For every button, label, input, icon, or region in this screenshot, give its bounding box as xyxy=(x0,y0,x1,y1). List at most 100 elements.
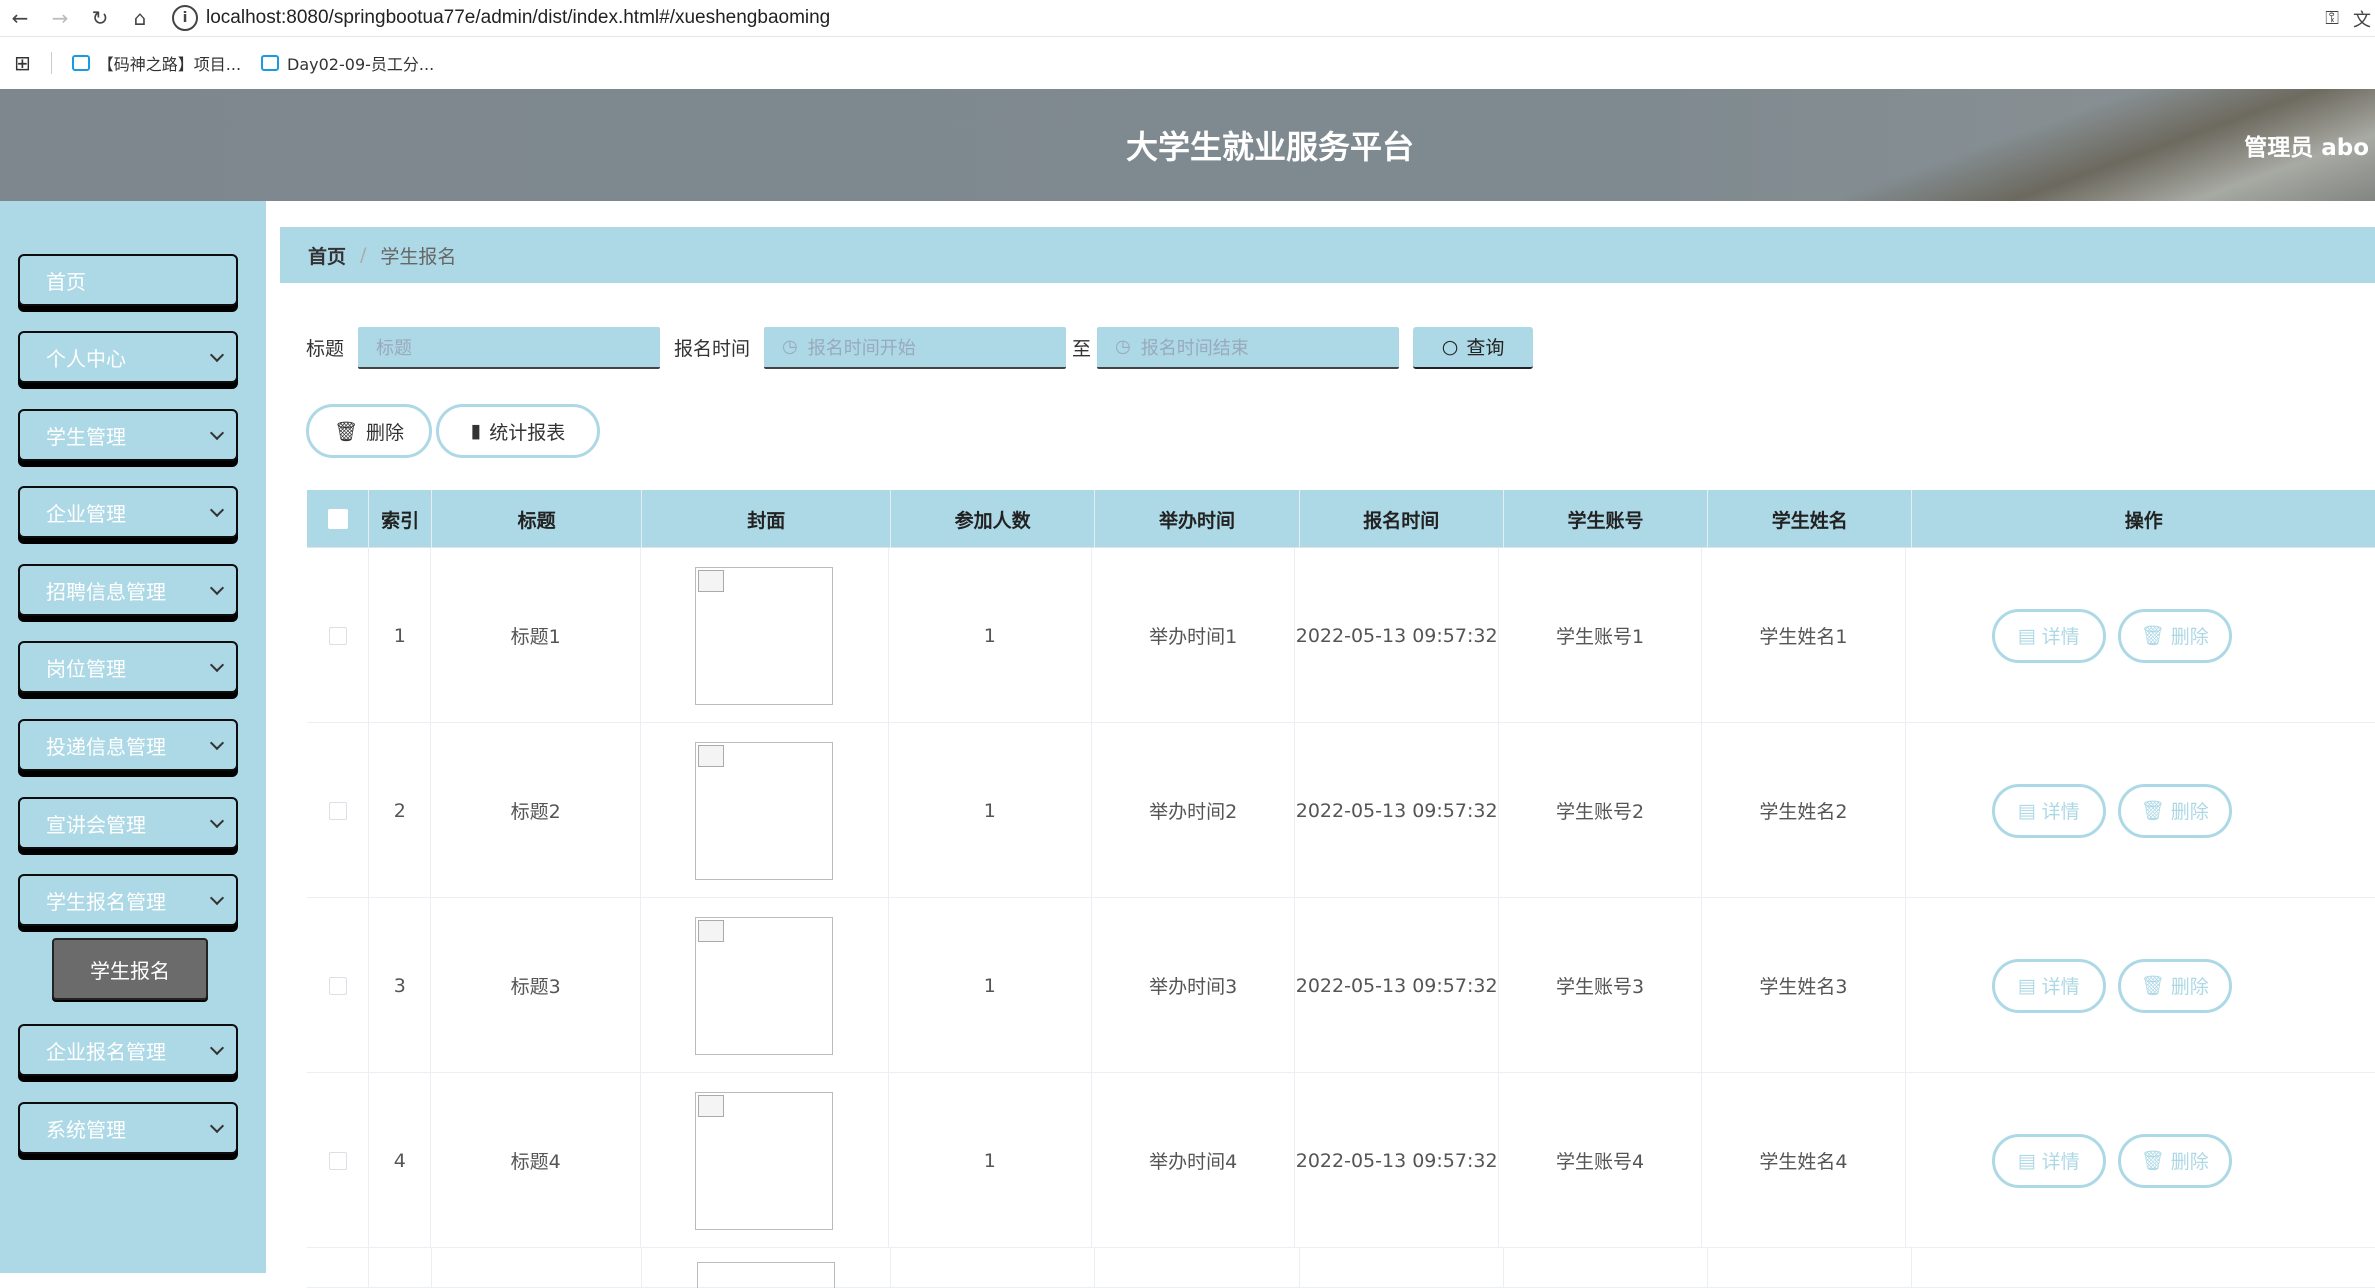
row-delete-button[interactable]: 🗑 删除 xyxy=(2117,958,2232,1013)
cell-student-name xyxy=(1708,1248,1913,1288)
row-delete-button[interactable]: 🗑 删除 xyxy=(2117,608,2232,663)
cell-index: 1 xyxy=(369,548,432,723)
time-filter-label: 报名时间 xyxy=(674,338,751,360)
cell-operations: ▤ 详情 🗑 删除 xyxy=(1906,898,2375,1073)
column-header-student-account: 学生账号 xyxy=(1504,490,1709,548)
browser-toolbar: ← → ↻ ⌂ i localhost:8080/springbootua77e… xyxy=(0,0,2375,37)
sidebar-item-company-management[interactable]: 企业管理 xyxy=(18,486,238,538)
cell-student-account: 学生账号1 xyxy=(1499,548,1703,723)
back-icon[interactable]: ← xyxy=(0,0,40,37)
table-row: 4 标题4 1 举办时间4 2022-05-13 09:57:32 学生账号4 … xyxy=(307,1073,2375,1248)
sidebar-item-student-management[interactable]: 学生管理 xyxy=(18,409,238,461)
row-select-cell xyxy=(307,898,370,1073)
breadcrumb-home[interactable]: 首页 xyxy=(308,242,346,269)
broken-image-icon xyxy=(698,744,725,767)
table-header: 索引 标题 封面 参加人数 举办时间 报名时间 学生账号 学生姓名 操作 xyxy=(307,490,2375,548)
sidebar-item-home[interactable]: 首页 xyxy=(18,254,238,306)
chevron-down-icon xyxy=(209,890,225,906)
sidebar-item-position-management[interactable]: 岗位管理 xyxy=(18,641,238,693)
chevron-down-icon xyxy=(209,425,225,441)
row-delete-button[interactable]: 🗑 删除 xyxy=(2117,783,2232,838)
row-delete-label: 删除 xyxy=(2170,801,2209,823)
cell-student-account: 学生账号4 xyxy=(1499,1073,1703,1248)
cell-operations xyxy=(1912,1248,2375,1288)
reload-icon[interactable]: ↻ xyxy=(80,0,120,37)
sidebar-item-system-management[interactable]: 系统管理 xyxy=(18,1102,238,1154)
cell-participants xyxy=(891,1248,1096,1288)
sidebar-item-seminar-management[interactable]: 宣讲会管理 xyxy=(18,797,238,849)
end-time-placeholder: 报名时间结束 xyxy=(1140,337,1249,359)
row-checkbox[interactable] xyxy=(328,801,347,820)
cell-hold-time xyxy=(1095,1248,1300,1288)
trash-icon: 🗑 xyxy=(2140,800,2165,822)
breadcrumb: 首页 / 学生报名 xyxy=(280,227,2375,283)
cover-image xyxy=(695,1091,834,1230)
bookmark-item[interactable]: Day02-09-员工分... xyxy=(261,51,434,75)
sidebar-item-label: 岗位管理 xyxy=(46,656,126,681)
cell-cover xyxy=(641,1073,889,1248)
table-row: 2 标题2 1 举办时间2 2022-05-13 09:57:32 学生账号2 … xyxy=(307,723,2375,898)
bookmark-item[interactable]: 【码神之路】项目... xyxy=(71,51,241,75)
address-bar[interactable]: localhost:8080/springbootua77e/admin/dis… xyxy=(206,7,830,29)
query-button[interactable]: ○ 查询 xyxy=(1413,326,1534,369)
key-icon[interactable]: ⚿ xyxy=(2325,8,2339,29)
home-icon[interactable]: ⌂ xyxy=(120,0,160,37)
cell-index xyxy=(369,1248,432,1288)
chevron-down-icon xyxy=(209,657,225,673)
apps-icon[interactable]: ⊞ xyxy=(14,51,31,75)
cell-participants: 1 xyxy=(889,898,1092,1073)
cell-operations: ▤ 详情 🗑 删除 xyxy=(1906,1073,2375,1248)
end-time-input[interactable]: ◷ 报名时间结束 xyxy=(1097,326,1400,369)
sidebar-item-personal-center[interactable]: 个人中心 xyxy=(18,331,238,383)
title-filter-input[interactable]: 标题 xyxy=(358,326,661,369)
broken-image-icon xyxy=(698,569,725,592)
sidebar-item-company-registration-management[interactable]: 企业报名管理 xyxy=(18,1024,238,1076)
bookmark-label: Day02-09-员工分... xyxy=(287,55,435,74)
select-all-checkbox[interactable] xyxy=(327,509,348,529)
document-icon: ▤ xyxy=(2017,624,2036,647)
sidebar-item-student-registration-management[interactable]: 学生报名管理 xyxy=(18,874,238,926)
row-select-cell xyxy=(307,1073,370,1248)
cell-registration-time: 2022-05-13 09:57:32 xyxy=(1295,723,1499,898)
detail-button[interactable]: ▤ 详情 xyxy=(1991,783,2106,838)
statistics-report-button[interactable]: ▮ 统计报表 xyxy=(436,404,600,458)
column-header-hold-time: 举办时间 xyxy=(1095,490,1300,548)
sidebar-subitem-student-registration[interactable]: 学生报名 xyxy=(52,938,208,1000)
column-header-participants: 参加人数 xyxy=(891,490,1096,548)
detail-button[interactable]: ▤ 详情 xyxy=(1991,958,2106,1013)
start-time-input[interactable]: ◷ 报名时间开始 xyxy=(764,326,1067,369)
title-filter-label: 标题 xyxy=(306,338,345,360)
trash-icon: 🗑 xyxy=(2140,625,2165,647)
document-icon: ▤ xyxy=(2017,1149,2036,1172)
row-checkbox[interactable] xyxy=(328,1151,347,1170)
detail-button[interactable]: ▤ 详情 xyxy=(1991,608,2106,663)
detail-button[interactable]: ▤ 详情 xyxy=(1991,1133,2106,1188)
row-delete-button[interactable]: 🗑 删除 xyxy=(2117,1133,2232,1188)
row-checkbox[interactable] xyxy=(328,976,347,995)
sidebar-item-recruitment-management[interactable]: 招聘信息管理 xyxy=(18,564,238,616)
site-info-icon[interactable]: i xyxy=(172,5,198,31)
cell-index: 3 xyxy=(369,898,432,1073)
row-delete-label: 删除 xyxy=(2170,976,2209,998)
cover-image xyxy=(695,741,834,880)
sidebar-item-label: 招聘信息管理 xyxy=(46,579,166,604)
translate-icon[interactable]: 文 xyxy=(2353,6,2371,32)
user-name[interactable]: 管理员 abo xyxy=(2244,89,2369,201)
statistics-report-label: 统计报表 xyxy=(489,421,566,444)
cover-image xyxy=(695,916,834,1055)
sidebar-item-label: 宣讲会管理 xyxy=(46,812,146,837)
chevron-down-icon xyxy=(209,735,225,751)
sidebar-item-delivery-management[interactable]: 投递信息管理 xyxy=(18,719,238,771)
column-header-index: 索引 xyxy=(369,490,432,548)
chevron-down-icon xyxy=(209,1040,225,1056)
table-row xyxy=(307,1248,2375,1288)
table-row: 3 标题3 1 举办时间3 2022-05-13 09:57:32 学生账号3 … xyxy=(307,898,2375,1073)
forward-icon[interactable]: → xyxy=(40,0,80,37)
start-time-placeholder: 报名时间开始 xyxy=(807,337,916,359)
cell-student-account: 学生账号2 xyxy=(1499,723,1703,898)
row-checkbox[interactable] xyxy=(328,626,347,645)
column-header-registration-time: 报名时间 xyxy=(1300,490,1504,548)
cell-title: 标题1 xyxy=(431,548,642,723)
batch-delete-button[interactable]: 🗑 删除 xyxy=(306,404,432,458)
sidebar-item-label: 个人中心 xyxy=(46,346,126,371)
